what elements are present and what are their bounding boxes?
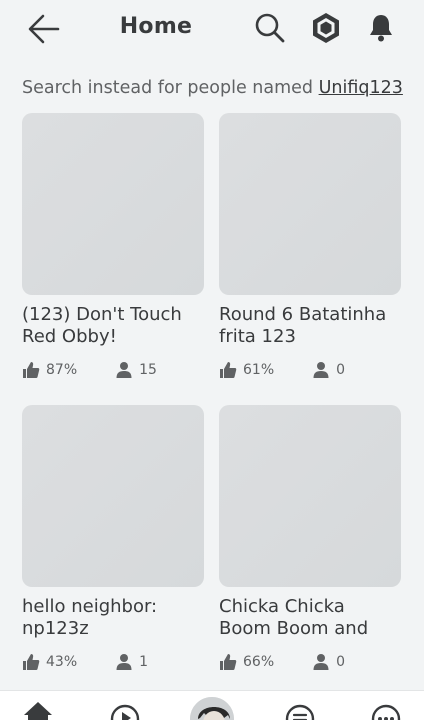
avatar-image bbox=[190, 697, 234, 720]
player-count: 15 bbox=[139, 362, 157, 378]
game-stats: 43% 1 bbox=[22, 652, 204, 672]
game-thumbnail bbox=[22, 113, 204, 295]
player-count: 0 bbox=[336, 654, 346, 670]
search-button[interactable] bbox=[253, 11, 287, 45]
game-card[interactable]: hello neighbor: np123z 43% 1 bbox=[22, 405, 204, 695]
nav-chat[interactable] bbox=[278, 697, 322, 720]
bottom-nav bbox=[0, 690, 424, 720]
game-title: Round 6 Batatinha frita 123 bbox=[219, 304, 387, 347]
game-stats: 66% 0 bbox=[219, 652, 401, 672]
person-icon bbox=[313, 654, 329, 670]
game-stats: 61% 0 bbox=[219, 360, 401, 380]
rating-value: 61% bbox=[243, 362, 275, 378]
game-thumbnail bbox=[219, 113, 401, 295]
nav-games[interactable] bbox=[103, 697, 147, 720]
game-title: Chicka Chicka Boom Boom and bbox=[219, 596, 369, 639]
game-card[interactable]: Round 6 Batatinha frita 123 61% 0 bbox=[219, 113, 401, 403]
thumbs-up-icon bbox=[220, 654, 237, 670]
game-title: hello neighbor: np123z bbox=[22, 596, 158, 639]
game-card[interactable]: (123) Don't Touch Red Obby! 87% 15 bbox=[22, 113, 204, 403]
search-people-link[interactable]: Unifiq123 bbox=[319, 78, 403, 98]
nav-home[interactable] bbox=[16, 697, 60, 720]
game-thumbnail bbox=[219, 405, 401, 587]
robux-button[interactable] bbox=[309, 11, 343, 45]
thumbs-up-icon bbox=[23, 654, 40, 670]
bell-icon bbox=[370, 15, 392, 42]
rating-value: 43% bbox=[46, 654, 78, 670]
player-count: 0 bbox=[336, 362, 346, 378]
game-card[interactable]: Chicka Chicka Boom Boom and 66% 0 bbox=[219, 405, 401, 695]
more-icon bbox=[371, 704, 401, 720]
person-icon bbox=[116, 362, 132, 378]
avatar[interactable] bbox=[188, 695, 236, 720]
search-instead-link-row: Search instead for people named Unifiq12… bbox=[22, 78, 424, 102]
thumbs-up-icon bbox=[23, 362, 40, 378]
game-title: (123) Don't Touch Red Obby! bbox=[22, 304, 182, 347]
chat-icon bbox=[285, 704, 315, 720]
search-instead-prefix: Search instead for people named bbox=[22, 78, 319, 98]
person-icon bbox=[116, 654, 132, 670]
nav-more[interactable] bbox=[364, 697, 408, 720]
notifications-button[interactable] bbox=[364, 11, 398, 45]
game-stats: 87% 15 bbox=[22, 360, 204, 380]
app-header: Home bbox=[0, 0, 424, 58]
robux-icon bbox=[313, 13, 339, 43]
rating-value: 87% bbox=[46, 362, 78, 378]
thumbs-up-icon bbox=[220, 362, 237, 378]
game-thumbnail bbox=[22, 405, 204, 587]
player-count: 1 bbox=[139, 654, 149, 670]
search-icon bbox=[255, 13, 285, 43]
rating-value: 66% bbox=[243, 654, 275, 670]
person-icon bbox=[313, 362, 329, 378]
play-icon bbox=[110, 704, 140, 720]
home-icon bbox=[24, 702, 52, 720]
